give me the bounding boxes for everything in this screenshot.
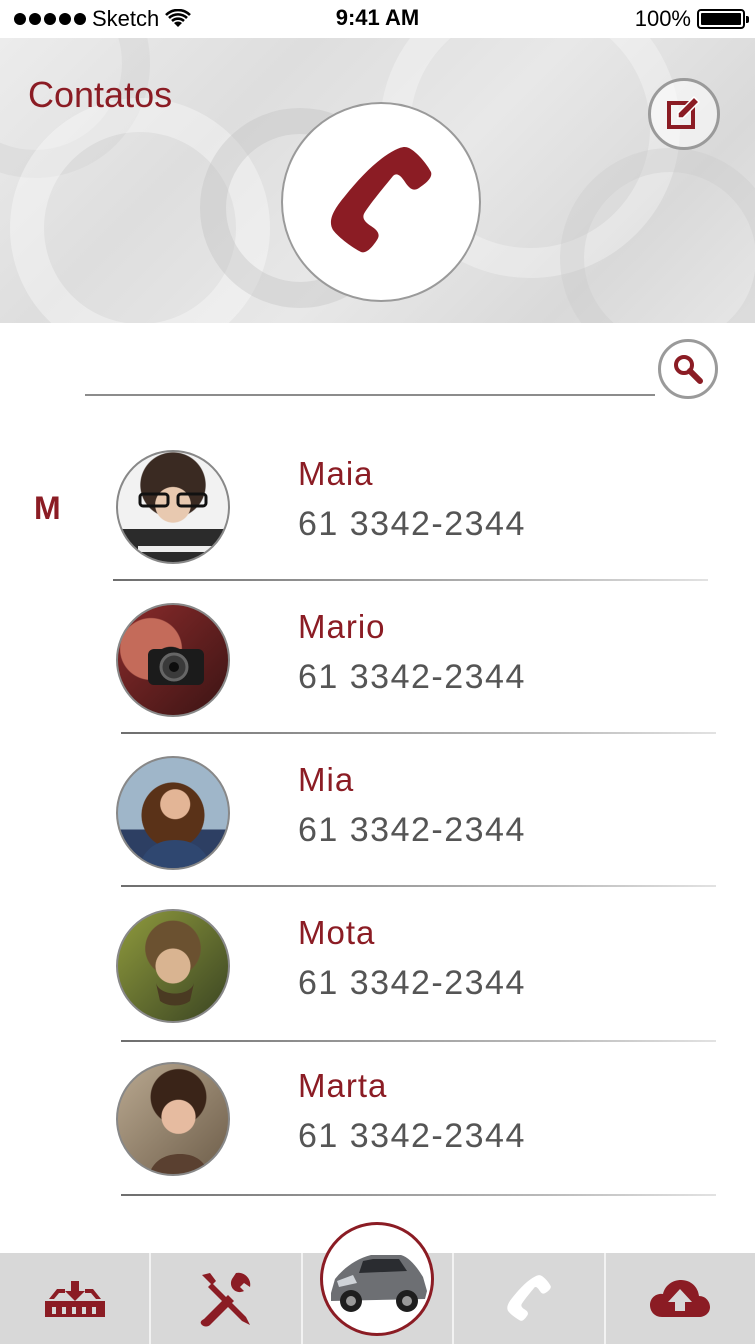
tab-upload[interactable] <box>606 1253 755 1344</box>
header: Contatos <box>0 38 755 323</box>
row-divider <box>113 579 708 581</box>
status-right: 100% <box>634 6 749 32</box>
contact-phone: 61 3342-2344 <box>298 964 526 1002</box>
tab-downloads[interactable] <box>0 1253 152 1344</box>
contact-name: Marta <box>298 1067 388 1104</box>
row-divider <box>121 885 716 887</box>
tab-calls[interactable] <box>454 1253 606 1344</box>
contact-phone: 61 3342-2344 <box>298 658 526 696</box>
contact-phone: 61 3342-2344 <box>298 1117 526 1155</box>
contact-phone: 61 3342-2344 <box>298 505 526 543</box>
contact-row[interactable]: Maia 61 3342-2344 <box>0 448 755 598</box>
page-title: Contatos <box>28 74 173 115</box>
contact-phone: 61 3342-2344 <box>298 811 526 849</box>
battery-icon <box>697 9 749 29</box>
cloud-upload-icon <box>650 1279 711 1317</box>
contact-name: Mario <box>298 608 386 645</box>
car-icon <box>331 1255 427 1312</box>
search-button[interactable] <box>658 339 718 399</box>
contact-row[interactable]: Marta 61 3342-2344 <box>0 1060 755 1210</box>
battery-percent: 100% <box>634 6 691 31</box>
call-button[interactable] <box>281 102 481 302</box>
avatar <box>116 603 230 717</box>
avatar <box>116 756 230 870</box>
search-input[interactable] <box>85 348 650 392</box>
contact-name: Mia <box>298 761 355 798</box>
contact-row[interactable]: Mario 61 3342-2344 <box>0 601 755 751</box>
contact-name: Maia <box>298 455 374 492</box>
phone-icon <box>507 1274 551 1321</box>
avatar <box>116 909 230 1023</box>
download-tray-icon <box>44 1280 105 1317</box>
contact-row[interactable]: Mota 61 3342-2344 <box>0 907 755 1057</box>
avatar <box>116 1062 230 1176</box>
avatar-photo <box>149 1154 209 1174</box>
avatar-photo <box>148 649 204 685</box>
row-divider <box>121 732 716 734</box>
contact-name: Mota <box>298 914 376 951</box>
avatar-photo <box>156 983 194 1006</box>
edit-icon <box>667 95 701 129</box>
status-bar: Sketch 9:41 AM 100% <box>0 0 755 38</box>
row-divider <box>121 1194 716 1196</box>
tab-tools[interactable] <box>151 1253 303 1344</box>
contact-row[interactable]: Mia 61 3342-2344 <box>0 754 755 904</box>
tab-vehicle[interactable] <box>320 1222 434 1336</box>
row-divider <box>121 1040 716 1042</box>
search-icon <box>674 355 703 384</box>
tools-icon <box>200 1272 251 1326</box>
edit-button[interactable] <box>648 78 720 150</box>
avatar-photo <box>138 840 212 868</box>
avatar <box>116 450 230 564</box>
search-underline <box>85 394 655 396</box>
avatar-photo <box>138 492 212 552</box>
phone-icon <box>330 146 432 253</box>
